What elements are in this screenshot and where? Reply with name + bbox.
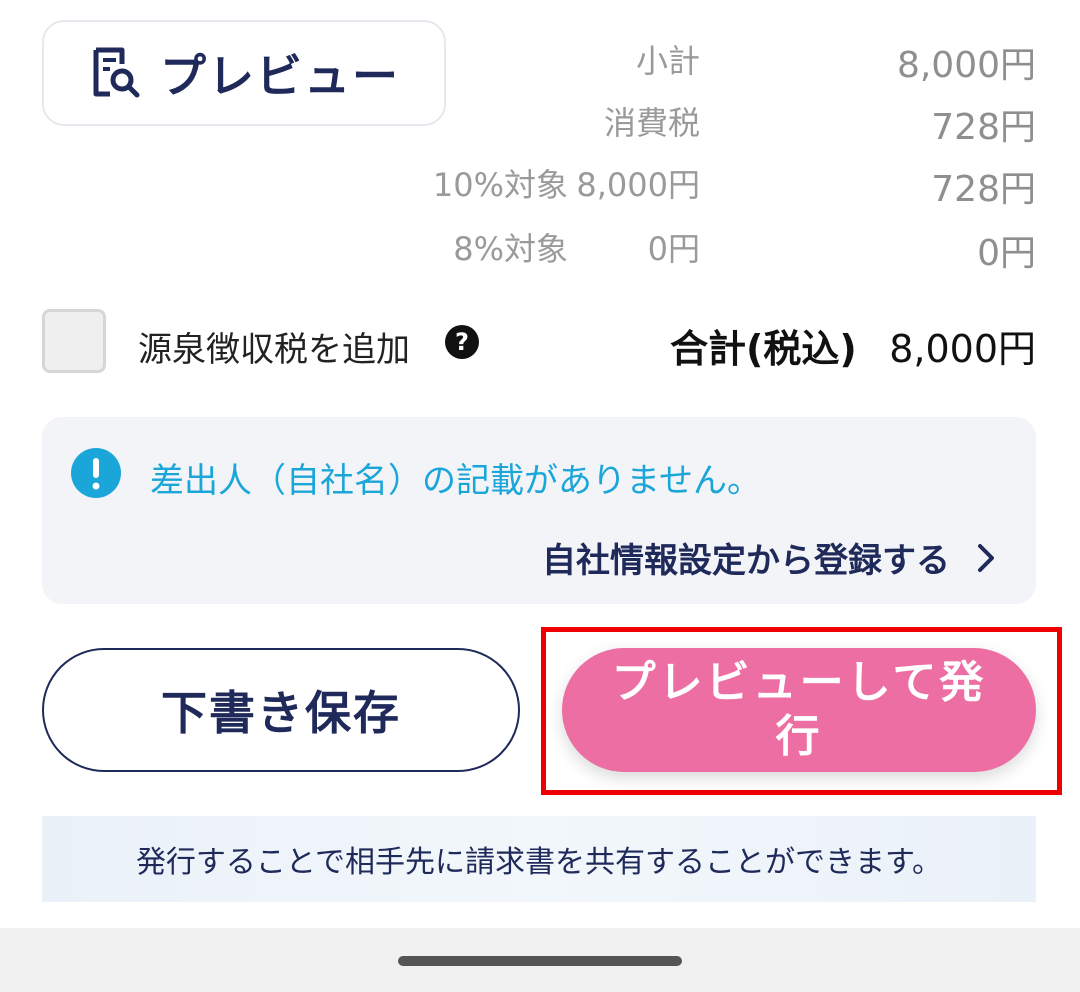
rate8-row: 8%対象 0円 0円 [0, 212, 1080, 274]
withholding-checkbox[interactable] [42, 309, 106, 373]
sender-missing-notice: 差出人（自社名）の記載がありません。 自社情報設定から登録する [42, 417, 1036, 604]
svg-text:?: ? [455, 328, 469, 356]
subtotal-value: 8,000円 [896, 45, 1036, 86]
company-settings-link[interactable]: 自社情報設定から登録する [542, 533, 998, 582]
rate8-value: 0円 [977, 233, 1036, 274]
subtotal-label: 小計 [635, 42, 700, 80]
company-settings-link-label: 自社情報設定から登録する [542, 541, 950, 581]
rate8-base: 0円 [647, 230, 700, 268]
save-draft-button[interactable]: 下書き保存 [42, 648, 520, 772]
rate10-base: 8,000円 [576, 166, 700, 204]
home-gesture-handle[interactable] [398, 956, 682, 966]
chevron-right-icon [978, 543, 994, 572]
total-label: 合計(税込) [670, 327, 857, 371]
exclamation-circle-icon [71, 448, 121, 498]
tax-value: 728円 [931, 107, 1036, 148]
total-value: 8,000円 [889, 327, 1036, 371]
rate10-row: 10%対象 8,000円 728円 [0, 148, 1080, 210]
system-nav-bar [0, 928, 1080, 992]
preview-and-issue-button[interactable]: プレビューして発行 [562, 648, 1036, 772]
tax-label: 消費税 [603, 104, 700, 142]
question-circle-icon[interactable]: ? [444, 324, 480, 360]
tax-row: 消費税 728円 [0, 86, 1080, 148]
share-note: 発行することで相手先に請求書を共有することができます。 [42, 816, 1036, 902]
rate8-label: 8%対象 [453, 230, 568, 268]
notice-message: 差出人（自社名）の記載がありません。 [150, 461, 761, 501]
subtotal-row: 小計 8,000円 [0, 24, 1080, 86]
rate10-value: 728円 [931, 169, 1036, 210]
withholding-label[interactable]: 源泉徴収税を追加 [138, 322, 410, 371]
rate10-label: 10%対象 [432, 166, 568, 204]
